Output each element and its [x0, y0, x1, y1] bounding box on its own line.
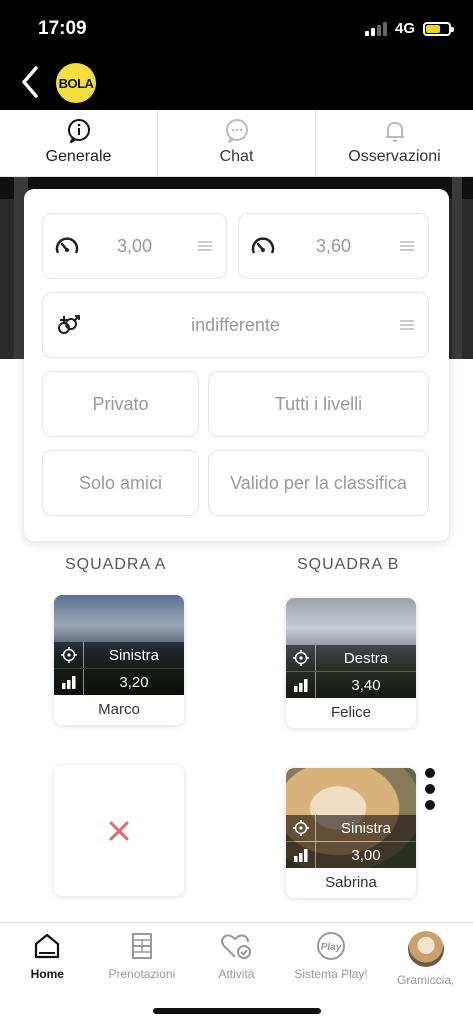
- player-level: 3,00: [351, 846, 381, 864]
- info-icon: [67, 119, 90, 143]
- player-photo: Destra 3,40: [286, 598, 416, 698]
- tab-label: Chat: [219, 148, 254, 165]
- friends-only-label: Solo amici: [78, 472, 163, 493]
- tab-label: Generale: [45, 148, 112, 165]
- level-row: 3,40: [286, 672, 416, 698]
- club-logo: BOLA: [56, 63, 96, 103]
- player-card-marco[interactable]: Sinistra 3,20 Marco: [54, 595, 184, 725]
- gender-field[interactable]: indifferente: [42, 292, 429, 358]
- player-card-felice[interactable]: Destra 3,40 Felice: [286, 598, 416, 728]
- nav-profile[interactable]: Gramiccia,: [378, 923, 473, 1024]
- gauge-icon: [251, 237, 275, 254]
- levels-label: Tutti i livelli: [274, 393, 363, 414]
- avatar: [407, 931, 444, 967]
- nav-label: Sistema Play!: [294, 967, 368, 981]
- max-level-value: 3,60: [315, 235, 352, 256]
- player-name: Felice: [330, 704, 371, 721]
- level-bars-icon: [293, 849, 307, 862]
- max-level-field[interactable]: 3,60: [238, 213, 429, 279]
- levels-option[interactable]: Tutti i livelli: [208, 371, 429, 437]
- home-icon: [35, 933, 60, 959]
- nav-label: Attività: [218, 967, 255, 981]
- tab-label: Osservazioni: [348, 148, 441, 165]
- menu-lines-icon: [198, 241, 212, 251]
- back-button[interactable]: [16, 62, 46, 102]
- dot: [425, 800, 435, 810]
- nav-label: Prenotazioni: [108, 967, 176, 981]
- side-row: Destra: [286, 645, 416, 671]
- ranking-label: Valido per la classifica: [230, 472, 407, 493]
- side-row: Sinistra: [286, 815, 416, 841]
- close-icon: [109, 821, 129, 840]
- visibility-label: Privato: [92, 393, 149, 414]
- chat-icon: [225, 119, 248, 143]
- friends-only-option[interactable]: Solo amici: [42, 450, 199, 516]
- match-settings-card: 3,00 3,60 indifferente Privato Tutti i l…: [24, 189, 449, 541]
- gender-icon: [58, 315, 80, 334]
- level-row: 3,00: [286, 842, 416, 868]
- dot: [425, 784, 435, 794]
- crosshair-icon: [60, 647, 77, 663]
- svg-text:Play: Play: [321, 942, 342, 953]
- empty-player-slot[interactable]: [54, 765, 184, 896]
- player-level: 3,40: [351, 676, 381, 694]
- player-side: Sinistra: [108, 646, 160, 664]
- nav-home[interactable]: Home: [0, 923, 95, 1024]
- player-photo: Sinistra 3,00: [286, 768, 416, 868]
- more-options-button[interactable]: [424, 768, 436, 810]
- player-name: Sabrina: [325, 874, 377, 891]
- team-a-title: SQUADRA A: [65, 556, 167, 573]
- play-badge-icon: Play: [317, 932, 346, 960]
- player-side: Destra: [343, 649, 389, 667]
- battery-icon: [423, 21, 454, 36]
- tab-generale[interactable]: Generale: [0, 110, 158, 176]
- nav-label: Home: [30, 967, 64, 981]
- level-bars-icon: [61, 676, 75, 689]
- menu-lines-icon: [400, 241, 414, 251]
- menu-lines-icon: [400, 320, 414, 330]
- ranking-option[interactable]: Valido per la classifica: [208, 450, 429, 516]
- heart-check-icon: [221, 934, 252, 959]
- level-row: 3,20: [54, 669, 184, 695]
- status-indicators: 4G: [364, 20, 454, 37]
- player-level: 3,20: [119, 673, 149, 691]
- chevron-left-icon: [22, 66, 38, 98]
- network-label: 4G: [394, 20, 415, 37]
- tab-osservazioni[interactable]: Osservazioni: [316, 110, 473, 176]
- min-level-field[interactable]: 3,00: [42, 213, 227, 279]
- signal-icon: [364, 21, 387, 36]
- nav-label: Gramiccia,: [397, 973, 455, 987]
- crosshair-icon: [292, 820, 309, 836]
- visibility-option[interactable]: Privato: [42, 371, 199, 437]
- bell-icon: [385, 122, 404, 142]
- team-b-title: SQUADRA B: [297, 556, 400, 573]
- player-photo: Sinistra 3,20: [54, 595, 184, 695]
- side-row: Sinistra: [54, 642, 184, 668]
- gauge-icon: [55, 237, 79, 254]
- court-icon: [131, 933, 152, 959]
- min-level-value: 3,00: [116, 235, 153, 256]
- status-time: 17:09: [38, 18, 87, 39]
- tab-bar: Generale Chat Osservazioni: [0, 110, 473, 177]
- level-bars-icon: [293, 679, 307, 692]
- tab-chat[interactable]: Chat: [158, 110, 316, 176]
- logo-text: BOLA: [58, 75, 94, 91]
- player-name: Marco: [98, 701, 140, 718]
- screen: 17:09 4G BOLA Generale Chat Osservazioni…: [0, 0, 473, 1024]
- top-bar: 17:09 4G BOLA: [0, 0, 473, 110]
- player-side: Sinistra: [340, 819, 392, 837]
- crosshair-icon: [292, 650, 309, 666]
- gender-value: indifferente: [191, 314, 280, 335]
- player-card-sabrina[interactable]: Sinistra 3,00 Sabrina: [286, 768, 416, 898]
- dot: [425, 768, 435, 778]
- home-indicator: [153, 1008, 321, 1014]
